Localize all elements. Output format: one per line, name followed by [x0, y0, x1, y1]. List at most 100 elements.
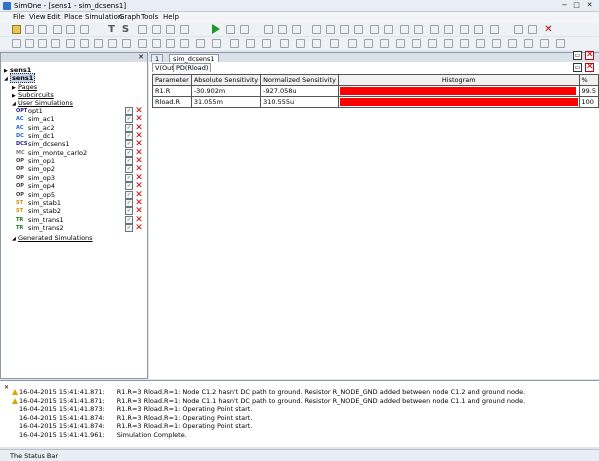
edit-icon[interactable]: ✓ — [125, 132, 133, 141]
zoom-in-icon[interactable] — [280, 39, 289, 48]
edit-icon[interactable]: ✓ — [125, 165, 133, 174]
grid-icon[interactable] — [348, 39, 357, 48]
edit-icon[interactable]: ✓ — [125, 157, 133, 166]
sweep-icon[interactable] — [444, 39, 453, 48]
zoom-icon[interactable] — [312, 39, 321, 48]
copy-icon[interactable] — [66, 25, 75, 34]
list-item[interactable]: AC sim_ac2 ✓ ✕ — [16, 123, 146, 132]
list-item[interactable]: OP sim_op2 ✓ ✕ — [16, 165, 146, 174]
bracket-icon[interactable] — [556, 39, 565, 48]
port-icon[interactable] — [66, 39, 75, 48]
dist-icon[interactable] — [508, 39, 517, 48]
delete-icon[interactable]: ✕ — [135, 207, 143, 216]
menu-file[interactable]: File — [13, 13, 25, 21]
plot8-icon[interactable] — [414, 25, 423, 34]
opamp-icon[interactable] — [138, 39, 147, 48]
tree-pages[interactable]: ▶ Pages — [12, 83, 37, 91]
plot1-icon[interactable] — [312, 25, 321, 34]
tab-1[interactable]: 1 — [151, 54, 164, 63]
plot10-icon[interactable] — [444, 25, 453, 34]
arrow-left-icon[interactable] — [524, 39, 533, 48]
edit-icon[interactable]: ✓ — [125, 182, 133, 191]
tab-sim-dcsens1[interactable]: sim_dcsens1 — [169, 54, 219, 63]
edit-icon[interactable]: ✓ — [125, 207, 133, 216]
tree-generated-simulations[interactable]: ◢ Generated Simulations — [12, 234, 93, 242]
vsource-icon[interactable] — [166, 39, 175, 48]
text-icon[interactable]: T — [107, 25, 116, 35]
maximize-button[interactable]: □ — [571, 1, 582, 10]
rotate-icon[interactable] — [230, 39, 239, 48]
resistor-icon[interactable] — [138, 25, 147, 34]
edit-icon[interactable]: ✓ — [125, 107, 133, 115]
layer-icon[interactable] — [380, 39, 389, 48]
measure-icon[interactable] — [528, 25, 537, 34]
menu-graph[interactable]: Graph — [119, 13, 140, 21]
fit-icon[interactable] — [330, 39, 339, 48]
run-icon[interactable] — [212, 24, 220, 34]
delete-icon[interactable]: ✕ — [135, 223, 143, 232]
header-parameter[interactable]: Parameter — [152, 74, 192, 86]
tree-user-simulations[interactable]: ◢ User Simulations — [12, 99, 73, 107]
close-icon[interactable]: ✕ — [585, 63, 594, 72]
pause-icon[interactable] — [226, 25, 235, 34]
graph-icon[interactable] — [264, 25, 273, 34]
plot4-icon[interactable] — [354, 25, 363, 34]
menu-place[interactable]: Place — [64, 13, 83, 21]
open-folder-icon[interactable] — [12, 25, 21, 34]
edit-icon[interactable]: ✓ — [125, 223, 133, 232]
plot7-icon[interactable] — [400, 25, 409, 34]
table-row[interactable]: R1.R -30.902m -927.058u 99.5 — [152, 85, 599, 97]
edit-icon[interactable]: ✓ — [125, 123, 133, 132]
list-item[interactable]: DCS sim_dcsens1 ✓ ✕ — [16, 140, 146, 149]
close-window-button[interactable]: ✕ — [584, 1, 595, 10]
edit-icon[interactable]: ✓ — [125, 173, 133, 182]
source-icon[interactable] — [180, 25, 189, 34]
header-normalized-sensitivity[interactable]: Normalized Sensitivity — [260, 74, 339, 86]
param-icon[interactable] — [428, 39, 437, 48]
plot5-icon[interactable] — [370, 25, 379, 34]
save-icon[interactable] — [38, 25, 47, 34]
ground-icon[interactable] — [51, 39, 60, 48]
close-icon[interactable]: ✕ — [585, 51, 594, 60]
list-item[interactable]: OP sim_op1 ✓ ✕ — [16, 157, 146, 166]
pz-icon[interactable] — [492, 39, 501, 48]
plot11-icon[interactable] — [460, 25, 469, 34]
list-item[interactable]: OPT opt1 ✓ ✕ — [16, 107, 146, 116]
spice-icon[interactable]: S — [121, 25, 130, 35]
glasses-icon[interactable] — [514, 25, 523, 34]
transistor-icon[interactable] — [108, 39, 117, 48]
cursor-icon[interactable] — [292, 25, 301, 34]
paste-icon[interactable] — [80, 25, 89, 34]
mosfet-icon[interactable] — [122, 39, 131, 48]
inductor-icon[interactable] — [166, 25, 175, 34]
tf-icon[interactable] — [476, 39, 485, 48]
isource-icon[interactable] — [180, 39, 189, 48]
header-absolute-sensitivity[interactable]: Absolute Sensitivity — [190, 74, 262, 86]
diode-icon[interactable] — [94, 39, 103, 48]
menu-edit[interactable]: Edit — [47, 13, 61, 21]
list-item[interactable]: ST sim_stab2 ✓ ✕ — [16, 207, 146, 216]
menu-view[interactable]: View — [29, 13, 46, 21]
plot12-icon[interactable] — [474, 25, 483, 34]
snap-icon[interactable] — [364, 39, 373, 48]
restore-icon[interactable]: ▭ — [573, 51, 582, 60]
plot9-icon[interactable] — [430, 25, 439, 34]
mirror-icon[interactable] — [246, 39, 255, 48]
list-item[interactable]: ST sim_stab1 ✓ ✕ — [16, 198, 146, 207]
tree-subcircuits[interactable]: ▶ Subcircuits — [12, 91, 54, 99]
header-percent[interactable]: % — [578, 74, 599, 86]
edit-icon[interactable]: ✓ — [125, 215, 133, 224]
menu-help[interactable]: Help — [163, 13, 179, 21]
subtab-pd-rload[interactable]: PD(Rload) — [173, 63, 212, 72]
component-icon[interactable] — [80, 39, 89, 48]
bus-icon[interactable] — [25, 39, 34, 48]
list-item[interactable]: OP sim_op4 ✓ ✕ — [16, 182, 146, 191]
table-row[interactable]: Rload.R 31.055m 310.555u 100 — [152, 96, 599, 108]
align-icon[interactable] — [262, 39, 271, 48]
list-item[interactable]: TR sim_trans1 ✓ ✕ — [16, 215, 146, 224]
zoom-out-icon[interactable] — [296, 39, 305, 48]
meter-icon[interactable] — [212, 39, 221, 48]
list-item[interactable]: TR sim_trans2 ✓ ✕ — [16, 223, 146, 232]
plot3-icon[interactable] — [340, 25, 349, 34]
net-icon[interactable] — [396, 39, 405, 48]
